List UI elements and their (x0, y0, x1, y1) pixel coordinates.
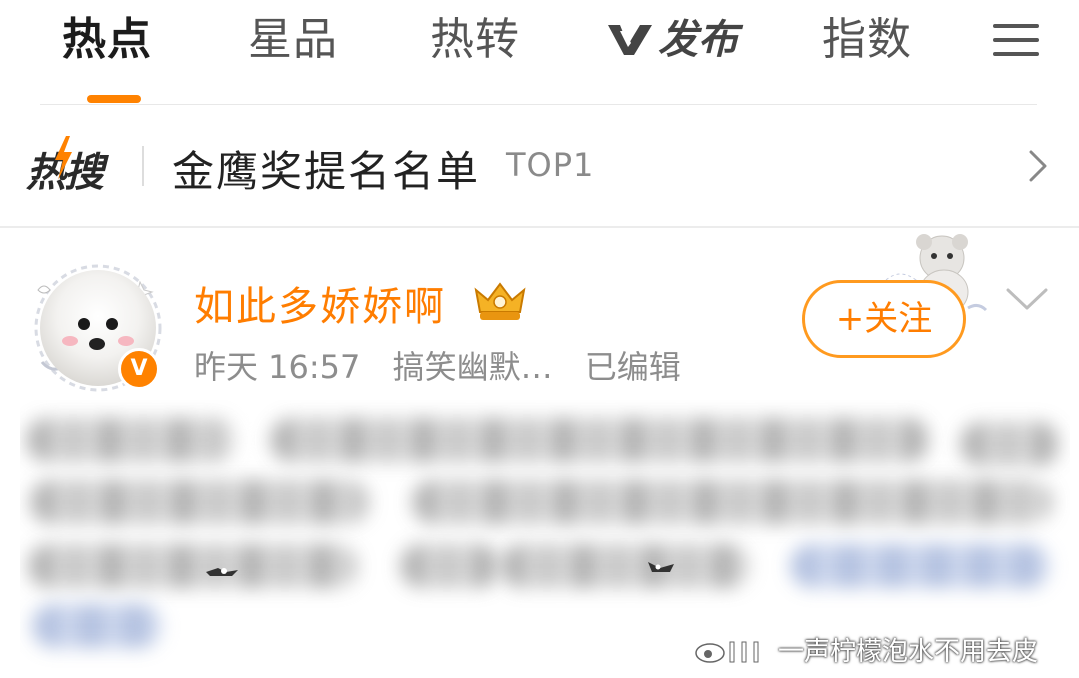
watermark-text: 一声柠檬泡水不用去皮 (778, 637, 1039, 667)
tab-star-products[interactable]: 星品 (248, 10, 338, 70)
blurred-post-content (20, 400, 1070, 668)
top-tab-bar: 热点 星品 热转 发布 指数 (0, 0, 1079, 104)
chevron-right-icon[interactable] (1028, 150, 1048, 182)
weibo-watermark: 一声柠檬泡水不用去皮 (694, 632, 1038, 672)
tab-hot[interactable]: 热点 (62, 10, 152, 70)
chevron-down-icon[interactable] (1005, 286, 1049, 312)
username[interactable]: 如此多娇娇啊 (194, 274, 446, 332)
tab-publish-label: 发布 (658, 17, 738, 63)
weibo-screen: 热点 星品 热转 发布 指数 热搜 金鹰奖提名名单 TOP1 V 如此多娇娇啊 … (0, 0, 1079, 678)
weibo-logo-icon (695, 641, 759, 663)
hot-search-title[interactable]: 金鹰奖提名名单 (172, 138, 480, 199)
divider (142, 146, 144, 186)
verified-v-icon: V (118, 348, 160, 390)
active-tab-indicator (87, 95, 141, 103)
tab-hot-repost[interactable]: 热转 (430, 10, 520, 70)
tab-index[interactable]: 指数 (822, 10, 912, 70)
lightning-bolt-icon (55, 136, 72, 180)
emoji-icon (206, 568, 238, 576)
post-meta: 昨天 16:57 搞笑幽默… 已编辑 (194, 342, 703, 388)
emoji-icon (648, 562, 674, 572)
hot-search-rank: TOP1 (506, 146, 595, 184)
edited-label[interactable]: 已编辑 (585, 348, 681, 386)
tab-publish[interactable]: 发布 (606, 10, 738, 70)
post-category[interactable]: 搞笑幽默… (393, 348, 553, 386)
hamburger-menu-icon[interactable] (993, 20, 1039, 60)
post-time: 昨天 16:57 (194, 348, 361, 386)
follow-button[interactable]: +关注 (802, 280, 966, 358)
crown-badge-icon[interactable] (472, 280, 528, 324)
v-logo-icon (608, 25, 652, 55)
